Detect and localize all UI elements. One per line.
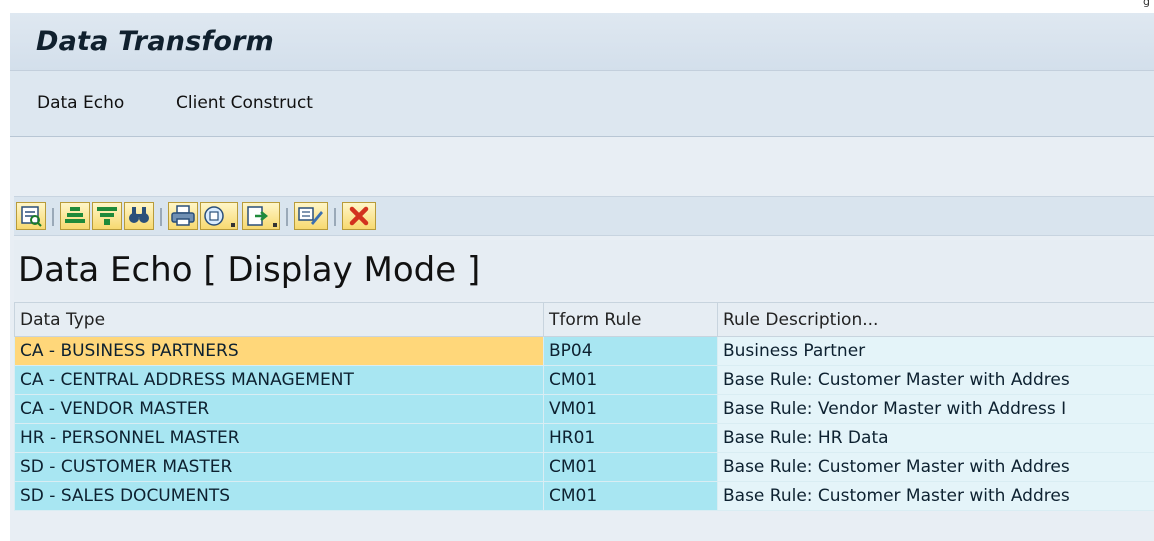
cell-data-type[interactable]: CA - VENDOR MASTER [14,394,544,424]
views-icon [204,206,224,226]
dropdown-marker [231,223,235,227]
data-echo-grid: Data Type Tform Rule Rule Description...… [14,302,1154,511]
dropdown-marker [273,223,277,227]
cell-tform-rule[interactable]: BP04 [543,336,718,366]
find-icon [129,207,149,223]
cell-tform-rule[interactable]: VM01 [543,394,718,424]
cell-tform-rule[interactable]: CM01 [543,365,718,395]
sort-button[interactable] [60,202,90,230]
cancel-button[interactable] [342,202,376,230]
cell-data-type[interactable]: SD - SALES DOCUMENTS [14,481,544,511]
export-icon [247,206,269,226]
filter-button[interactable] [92,202,122,230]
cell-data-type[interactable]: CA - CENTRAL ADDRESS MANAGEMENT [14,365,544,395]
sort-ascending-icon [65,207,85,223]
table-row[interactable]: CA - BUSINESS PARTNERS BP04 Business Par… [14,336,1154,366]
cell-rule-description[interactable]: Base Rule: Customer Master with Addres [717,452,1154,482]
column-header-rule-description[interactable]: Rule Description... [717,302,1154,337]
table-row[interactable]: CA - CENTRAL ADDRESS MANAGEMENT CM01 Bas… [14,365,1154,395]
toolbar-separator [286,208,288,226]
find-button[interactable] [124,202,154,230]
page-title: Data Transform [36,26,274,57]
toolbar-separator [334,208,336,226]
change-layout-button[interactable] [294,202,328,230]
views-button[interactable] [200,202,238,230]
cell-data-type[interactable]: SD - CUSTOMER MASTER [14,452,544,482]
cell-data-type[interactable]: CA - BUSINESS PARTNERS [14,336,544,366]
toolbar-separator [160,208,162,226]
cancel-icon [349,206,369,226]
cell-rule-description[interactable]: Base Rule: Vendor Master with Address I [717,394,1154,424]
cell-tform-rule[interactable]: HR01 [543,423,718,453]
window-corner-text: g [1143,0,1150,8]
grid-title: Data Echo [ Display Mode ] [18,250,481,290]
column-header-data-type[interactable]: Data Type [14,302,544,337]
grid-toolbar [14,196,1154,236]
grid-header-row: Data Type Tform Rule Rule Description... [14,302,1154,337]
title-bar: Data Transform [10,13,1154,71]
filter-icon [97,207,117,225]
column-header-tform-rule[interactable]: Tform Rule [543,302,718,337]
details-icon [21,206,42,227]
table-row[interactable]: HR - PERSONNEL MASTER HR01 Base Rule: HR… [14,423,1154,453]
cell-rule-description[interactable]: Base Rule: HR Data [717,423,1154,453]
menu-bar: Data Echo Client Construct [10,71,1154,137]
grid-title-bar: Data Echo [ Display Mode ] [14,240,1154,300]
print-button[interactable] [168,202,198,230]
export-button[interactable] [242,202,280,230]
toolbar-separator [52,208,54,226]
cell-rule-description[interactable]: Business Partner [717,336,1154,366]
change-layout-icon [298,207,323,225]
table-row[interactable]: CA - VENDOR MASTER VM01 Base Rule: Vendo… [14,394,1154,424]
table-row[interactable]: SD - SALES DOCUMENTS CM01 Base Rule: Cus… [14,481,1154,511]
menu-item-client-construct[interactable]: Client Construct [176,93,313,113]
cell-rule-description[interactable]: Base Rule: Customer Master with Addres [717,481,1154,511]
cell-tform-rule[interactable]: CM01 [543,481,718,511]
table-row[interactable]: SD - CUSTOMER MASTER CM01 Base Rule: Cus… [14,452,1154,482]
print-icon [171,205,195,226]
cell-rule-description[interactable]: Base Rule: Customer Master with Addres [717,365,1154,395]
menu-item-data-echo[interactable]: Data Echo [37,93,124,113]
window-top-strip: g [0,0,1154,13]
cell-tform-rule[interactable]: CM01 [543,452,718,482]
details-button[interactable] [16,202,46,230]
cell-data-type[interactable]: HR - PERSONNEL MASTER [14,423,544,453]
